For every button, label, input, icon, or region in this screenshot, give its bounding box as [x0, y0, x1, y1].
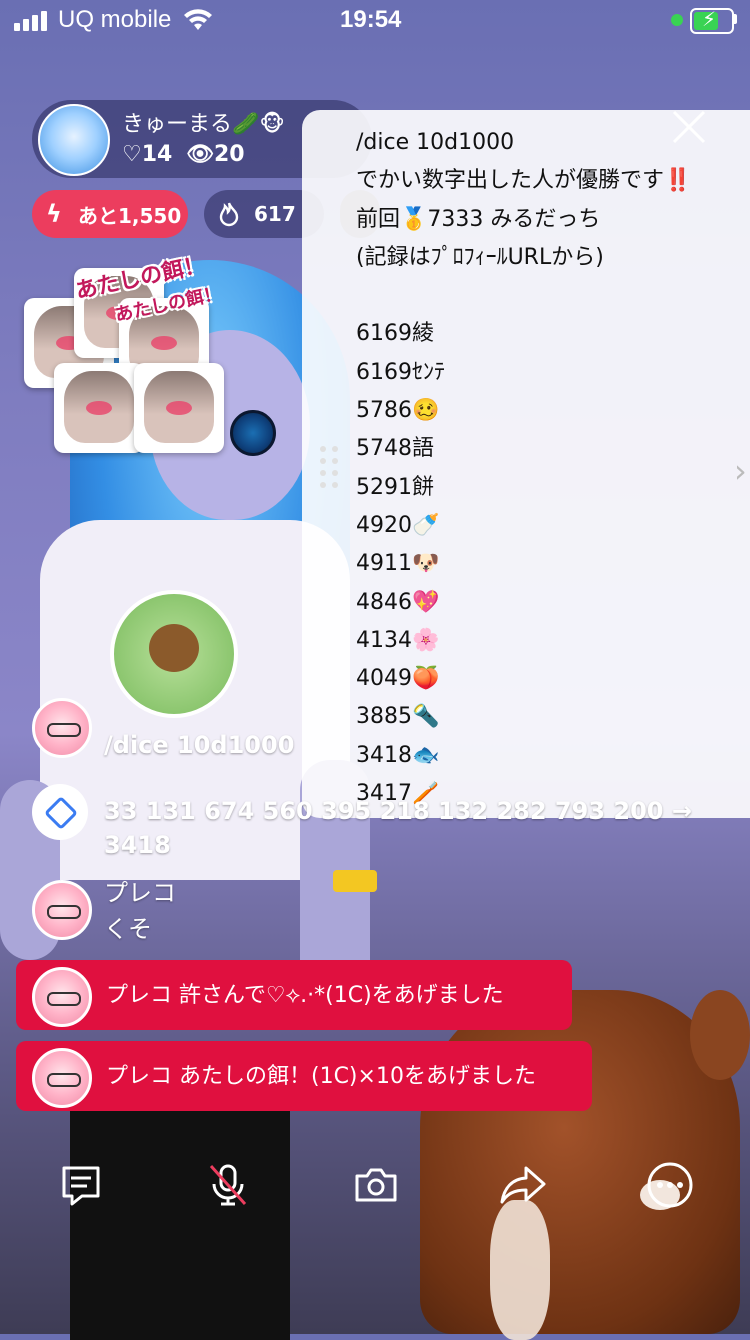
- panel-line: 6169綾: [356, 321, 434, 347]
- bracelet: [333, 870, 377, 892]
- host-avatar[interactable]: [38, 104, 110, 176]
- charging-bolt-icon: ⚡: [702, 7, 717, 31]
- status-bar: UQ mobile 19:54 ⚡: [0, 0, 750, 42]
- comment-text: くそ: [104, 915, 152, 943]
- panel-line: 5786🥴: [356, 398, 440, 424]
- panel-line: 4846💖: [356, 589, 440, 615]
- panel-line: 4049🍑: [356, 666, 440, 692]
- panel-line: 6169ｾﾝﾃ: [356, 359, 445, 385]
- shirt-badge: [110, 590, 238, 718]
- panel-line: 4920🍼: [356, 512, 440, 538]
- comment-text: 33 131 674 560 395 218 132 282 793 200 →…: [104, 797, 692, 859]
- lightning-icon: ϟ: [46, 200, 62, 228]
- signal-icon: [14, 11, 47, 31]
- remaining-points-pill[interactable]: ϟ あと1,550: [32, 190, 188, 238]
- gift-text: プレコ あたしの餌！(1C)×10をあげました: [106, 1064, 536, 1089]
- more-icon[interactable]: [645, 1160, 695, 1210]
- battery-icon: ⚡: [690, 8, 734, 34]
- likes-count: ♡14: [122, 142, 173, 167]
- panel-line: (記録はﾌﾟﾛﾌｨｰﾙURLから): [356, 244, 604, 270]
- panel-line: 5291餅: [356, 474, 434, 500]
- commenter-avatar[interactable]: [32, 967, 92, 1027]
- gift-message: プレコ 許さんで♡⟡.·*(1C)をあげました: [16, 960, 572, 1030]
- system-avatar: [32, 784, 88, 840]
- comment-icon[interactable]: [56, 1160, 106, 1210]
- deer-ear: [690, 990, 750, 1080]
- panel-line: 3418🐟: [356, 742, 440, 768]
- dice-info-panel: /dice 10d1000 でかい数字出した人が優勝です‼️ 前回🥇7333 みるだ…: [302, 110, 750, 818]
- mic-muted-icon[interactable]: [203, 1160, 253, 1210]
- panel-line: 5748語: [356, 436, 434, 462]
- mic-indicator-dot: [671, 14, 683, 26]
- commenter-avatar[interactable]: [32, 880, 92, 940]
- carrier-label: UQ mobile: [58, 6, 172, 33]
- host-name: きゅーまる🥒🐵: [122, 112, 285, 137]
- panel-line: 4911🐶: [356, 551, 440, 577]
- panel-line: 3885🔦: [356, 704, 440, 730]
- panel-line: でかい数字出した人が優勝です‼️: [356, 168, 692, 194]
- comment-user: プレコ: [104, 879, 176, 907]
- fire-count: 617: [254, 202, 296, 226]
- drag-handle[interactable]: [318, 444, 342, 488]
- host-stats: ♡14 👁20: [122, 142, 245, 167]
- chevron-right-icon[interactable]: ›: [734, 452, 747, 490]
- comment-text: /dice 10d1000: [104, 731, 295, 759]
- eye-icon: 👁: [186, 142, 214, 167]
- viewers-count: 20: [213, 142, 245, 167]
- gift-message: プレコ あたしの餌！(1C)×10をあげました: [16, 1041, 592, 1111]
- gift-sticker-stack: あたしの餌！ あたしの餌！: [24, 252, 224, 458]
- panel-line: 前回🥇7333 みるだっち: [356, 206, 601, 232]
- panel-line: 4134🌸: [356, 627, 440, 653]
- avatar-eye: [230, 410, 276, 456]
- panel-line: [356, 277, 691, 315]
- wifi-icon: [184, 9, 212, 30]
- avatar-pants: [70, 1080, 290, 1340]
- clock: 19:54: [340, 6, 402, 33]
- flame-icon: [219, 202, 239, 227]
- gift-text: プレコ 許さんで♡⟡.·*(1C)をあげました: [106, 983, 504, 1008]
- panel-text: /dice 10d1000 でかい数字出した人が優勝です‼️ 前回🥇7333 みるだ…: [356, 124, 691, 813]
- camera-icon[interactable]: [351, 1160, 401, 1210]
- share-icon[interactable]: [498, 1160, 548, 1210]
- remaining-points-label: あと1,550: [78, 203, 182, 228]
- commenter-avatar[interactable]: [32, 1048, 92, 1108]
- commenter-avatar[interactable]: [32, 698, 92, 758]
- panel-line: /dice 10d1000: [356, 130, 515, 155]
